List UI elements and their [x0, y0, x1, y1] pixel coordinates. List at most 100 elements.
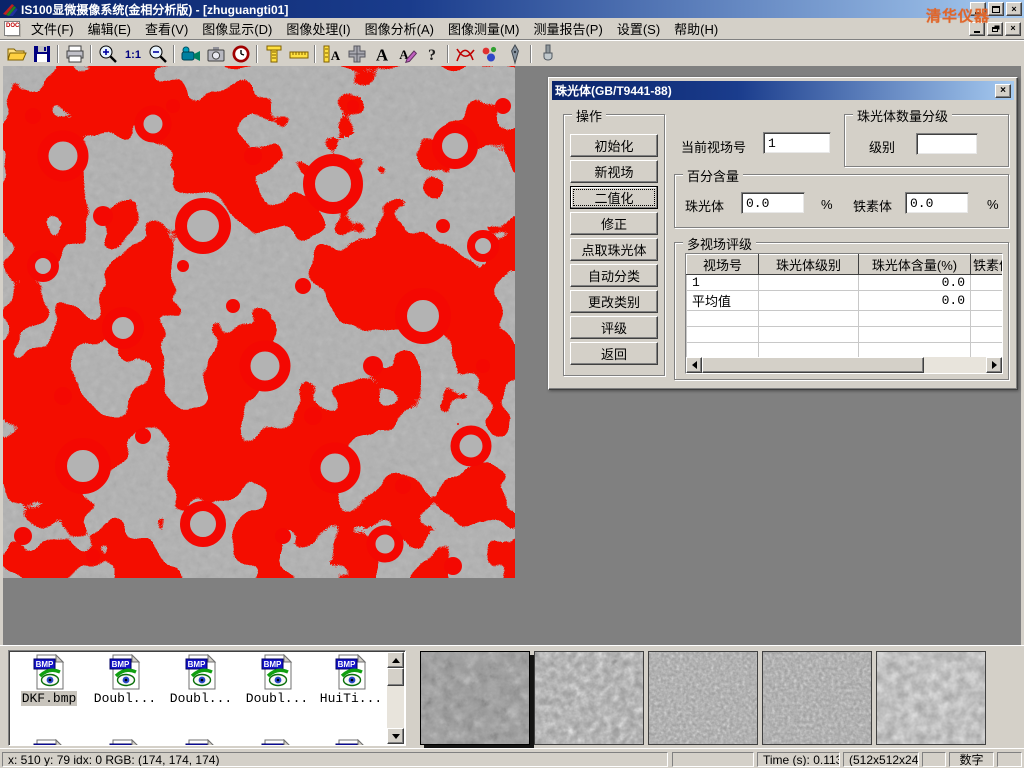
vendor-watermark: 清华仪器: [926, 5, 990, 26]
toolbar-curve-tool-button[interactable]: [452, 43, 477, 65]
thumbnail-2[interactable]: [534, 651, 644, 745]
cell-pearlite: 0.0: [859, 291, 971, 311]
menu-image-display[interactable]: 图像显示(D): [195, 17, 279, 40]
metallographic-image[interactable]: [3, 66, 515, 578]
annotate-icon: A: [396, 43, 418, 65]
application-window: { "window": { "title": "IS100显微摄像系统(金相分析…: [0, 0, 1024, 768]
current-field-input[interactable]: [763, 132, 831, 154]
dialog-close-button[interactable]: ×: [995, 84, 1011, 98]
file-item[interactable]: Doubl...: [89, 654, 161, 706]
toolbar-clock-button[interactable]: [228, 43, 253, 65]
toolbar-save-button[interactable]: [29, 43, 54, 65]
file-item[interactable]: [13, 739, 85, 746]
ferrite-percent-input[interactable]: [905, 192, 969, 214]
toolbar-separator: [90, 45, 92, 63]
bmp-file-icon: [261, 654, 293, 690]
actual-size-icon: 1:1: [122, 43, 144, 65]
scroll-down-icon: [392, 734, 400, 739]
child-close-button[interactable]: ×: [1005, 22, 1021, 36]
file-item[interactable]: Doubl...: [165, 654, 237, 706]
dialog-title-bar[interactable]: 珠光体(GB/T9441-88) ×: [552, 81, 1014, 100]
menu-settings[interactable]: 设置(S): [610, 17, 667, 40]
toolbar-separator: [256, 45, 258, 63]
toolbar-camera-button[interactable]: [203, 43, 228, 65]
auto-classify-button[interactable]: 自动分类: [570, 264, 658, 287]
title-bar[interactable]: IS100显微摄像系统(金相分析版) - [zhuguangti01] ×: [0, 0, 1024, 18]
maximize-button[interactable]: [988, 2, 1004, 16]
file-item[interactable]: DKF.bmp: [13, 654, 85, 706]
file-item[interactable]: [89, 739, 161, 746]
svg-text:1:1: 1:1: [125, 49, 141, 61]
svg-text:A: A: [375, 45, 388, 64]
toolbar-help-button[interactable]: ?: [419, 43, 444, 65]
menu-image-analysis[interactable]: 图像分析(A): [358, 17, 441, 40]
toolbar-open-button[interactable]: [4, 43, 29, 65]
file-item[interactable]: HuiTi...: [315, 654, 387, 706]
grade-button[interactable]: 评级: [570, 316, 658, 339]
toolbar-actual-size-button[interactable]: 1:1: [120, 43, 145, 65]
table-row-average[interactable]: 平均值 0.0: [687, 291, 1004, 311]
thumbnail-1[interactable]: [420, 651, 530, 745]
scrollbar-thumb[interactable]: [702, 357, 924, 373]
toolbar-measure-text-button[interactable]: A: [319, 43, 344, 65]
toolbar-text-button[interactable]: A: [369, 43, 394, 65]
menu-file[interactable]: 文件(F): [24, 17, 81, 40]
child-minimize-icon: [974, 31, 980, 33]
toolbar-ruler-button[interactable]: [286, 43, 311, 65]
menu-edit[interactable]: 编辑(E): [81, 17, 138, 40]
thumbnail-image: [535, 652, 643, 744]
file-browser[interactable]: DKF.bmp Doubl... Doubl... Doubl... HuiTi…: [8, 650, 406, 746]
toolbar-zoom-in-button[interactable]: [95, 43, 120, 65]
toolbar-caliper-button[interactable]: [261, 43, 286, 65]
table-horizontal-scrollbar[interactable]: [686, 357, 1002, 373]
close-button[interactable]: ×: [1006, 2, 1022, 16]
menu-measure-report[interactable]: 测量报告(P): [526, 17, 609, 40]
toolbar-brush-button[interactable]: [535, 43, 560, 65]
initialize-button[interactable]: 初始化: [570, 134, 658, 157]
col-pearlite-content: 珠光体含量(%): [859, 255, 971, 275]
pick-pearlite-button[interactable]: 点取珠光体: [570, 238, 658, 261]
toolbar-particle-analysis-button[interactable]: [477, 43, 502, 65]
menu-image-measure[interactable]: 图像测量(M): [441, 17, 527, 40]
new-field-button[interactable]: 新视场: [570, 160, 658, 183]
toolbar-zoom-out-button[interactable]: [145, 43, 170, 65]
scroll-up-button[interactable]: [387, 652, 404, 668]
col-pearlite-grade: 珠光体级别: [759, 255, 859, 275]
correct-button[interactable]: 修正: [570, 212, 658, 235]
file-item[interactable]: [315, 739, 387, 746]
file-item[interactable]: [241, 739, 313, 746]
thumbnail-4[interactable]: [762, 651, 872, 745]
scrollbar-thumb[interactable]: [387, 668, 404, 686]
binarize-button[interactable]: 二值化: [570, 186, 658, 209]
toolbar-annotate-button[interactable]: A: [394, 43, 419, 65]
thumbnail-3[interactable]: [648, 651, 758, 745]
toolbar-grid-button[interactable]: [344, 43, 369, 65]
thumbnail-5[interactable]: [876, 651, 986, 745]
toolbar-separator: [173, 45, 175, 63]
file-list-scrollbar[interactable]: [387, 652, 404, 744]
menu-image-processing[interactable]: 图像处理(I): [279, 17, 357, 40]
toolbar-video-camera-button[interactable]: [178, 43, 203, 65]
pearlite-percent-input[interactable]: [741, 192, 805, 214]
file-item[interactable]: [165, 739, 237, 746]
change-class-button[interactable]: 更改类别: [570, 290, 658, 313]
table-row[interactable]: 1 0.0: [687, 275, 1004, 291]
file-name: HuiTi...: [319, 691, 383, 706]
pen-icon: [504, 43, 526, 65]
return-button[interactable]: 返回: [570, 342, 658, 365]
menu-view[interactable]: 查看(V): [138, 17, 195, 40]
scroll-left-button[interactable]: [686, 357, 702, 373]
toolbar-pen-button[interactable]: [502, 43, 527, 65]
scroll-right-button[interactable]: [986, 357, 1002, 373]
scroll-down-button[interactable]: [387, 728, 404, 744]
pearlite-percent-sign: %: [821, 197, 833, 212]
status-bar: x: 510 y: 79 idx: 0 RGB: (174, 174, 174)…: [0, 748, 1024, 768]
grade-input[interactable]: [916, 133, 978, 155]
document-icon[interactable]: DOC: [4, 21, 20, 36]
thumbnail-image: [763, 652, 871, 744]
menu-help[interactable]: 帮助(H): [667, 17, 725, 40]
file-item[interactable]: Doubl...: [241, 654, 313, 706]
grading-table[interactable]: 视场号 珠光体级别 珠光体含量(%) 铁素体含量(%) 1 0.0 平均值 0.…: [685, 253, 1003, 374]
status-dimensions: (512x512x24): [843, 752, 919, 767]
toolbar-print-button[interactable]: [62, 43, 87, 65]
